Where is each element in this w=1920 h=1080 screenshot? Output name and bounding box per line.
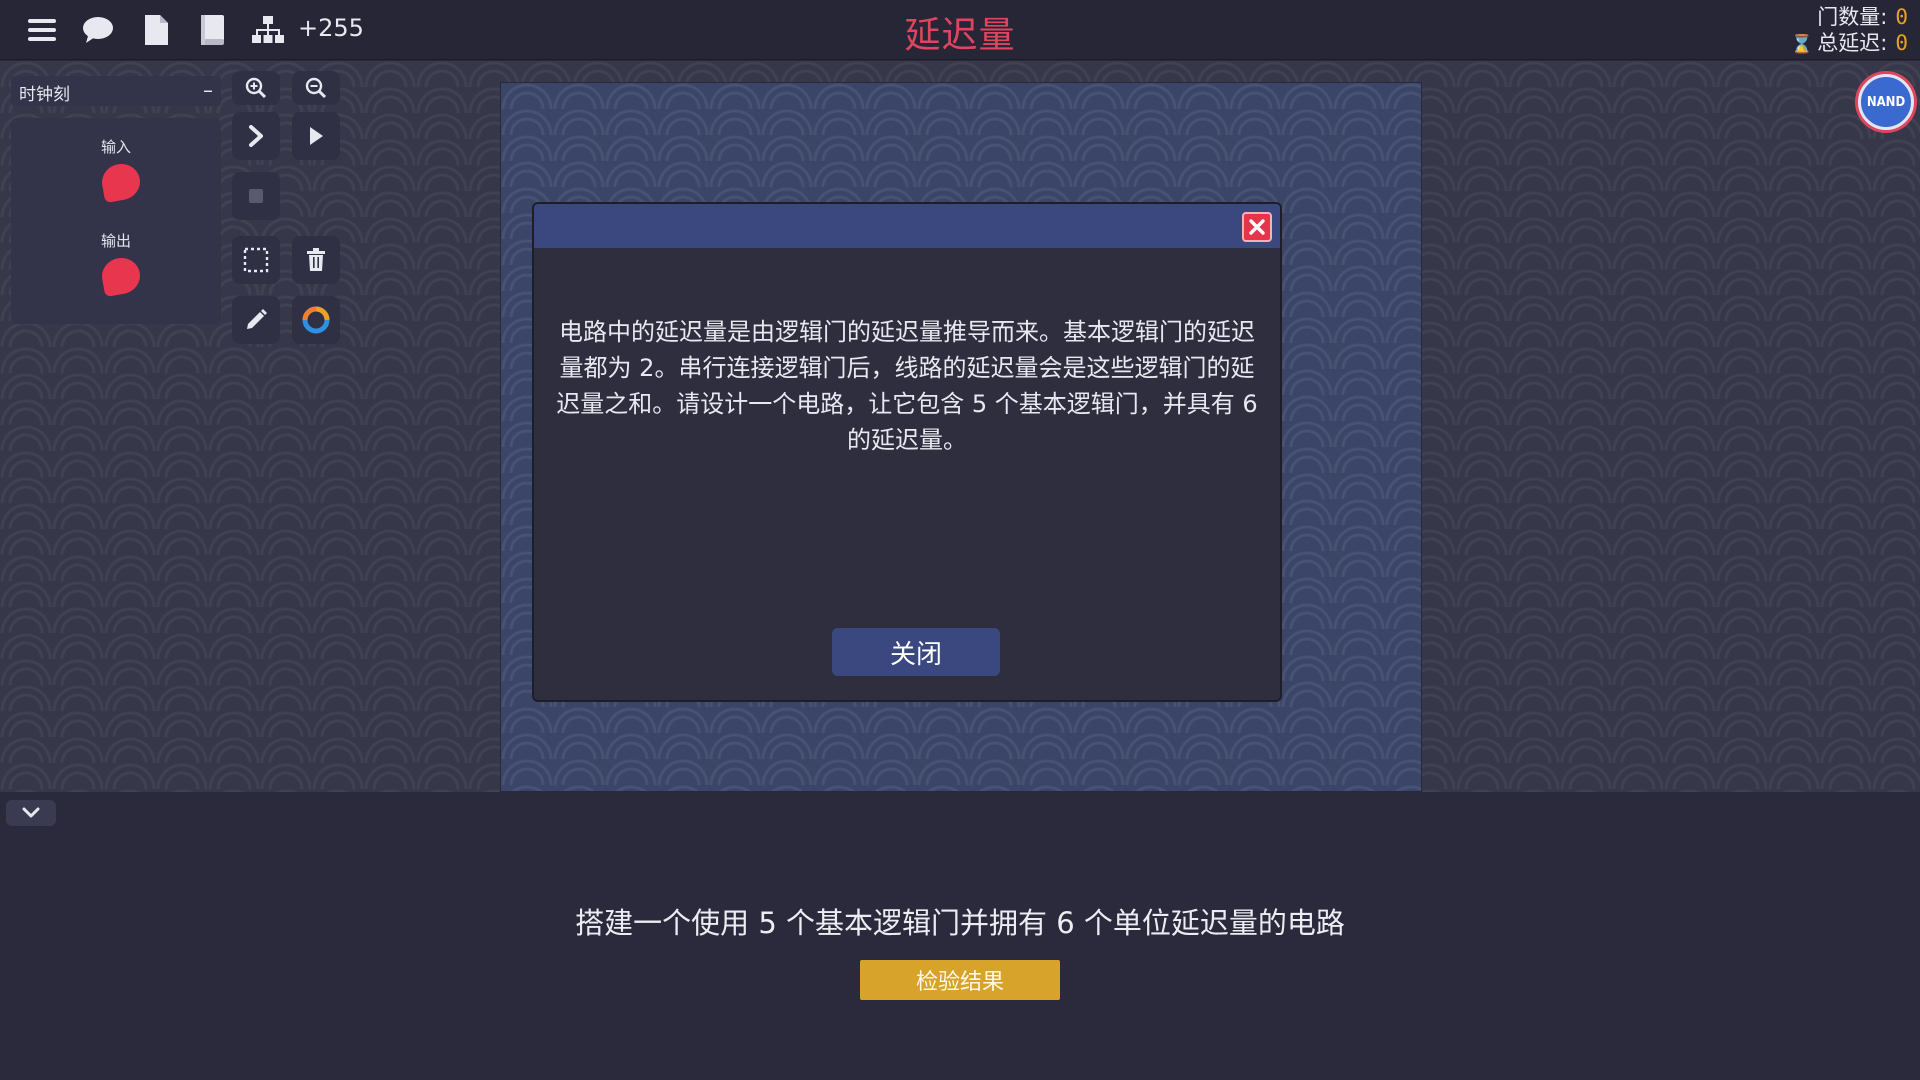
step-icon: [249, 125, 263, 147]
palette-title: 时钟刻: [19, 85, 70, 105]
dialog-ok-button[interactable]: 关闭: [832, 628, 1000, 676]
total-delay-value: 0: [1895, 31, 1908, 55]
palette-collapse-button[interactable]: –: [203, 78, 213, 102]
select-tool-button[interactable]: [232, 236, 280, 284]
nand-label: NAND: [1866, 94, 1906, 110]
input-pin-component[interactable]: [99, 160, 143, 204]
total-delay-label: 总延迟:: [1817, 31, 1888, 55]
stats-panel: 门数量: 0 ⌛ 总延迟: 0: [1791, 4, 1908, 58]
component-palette: 输入 输出: [11, 118, 221, 324]
dialog-close-button[interactable]: [1242, 212, 1272, 242]
bottom-collapse-button[interactable]: [6, 800, 56, 826]
info-dialog: 电路中的延迟量是由逻辑门的延迟量推导而来。基本逻辑门的延迟量都为 2。串行连接逻…: [532, 202, 1282, 702]
close-icon: [1249, 219, 1265, 235]
color-picker-button[interactable]: [292, 296, 340, 344]
trash-icon: [307, 248, 325, 271]
top-bar: +255 延迟量 门数量: 0 ⌛ 总延迟: 0: [0, 0, 1920, 60]
nand-badge-icon[interactable]: NAND: [1858, 74, 1914, 130]
gate-count-label: 门数量:: [1817, 5, 1888, 29]
zoom-in-button[interactable]: [232, 71, 280, 105]
stop-button[interactable]: [232, 172, 280, 220]
select-icon: [243, 247, 269, 273]
play-icon: [310, 127, 323, 145]
pencil-icon: [247, 309, 267, 329]
color-ring-icon: [302, 306, 330, 334]
total-delay: ⌛ 总延迟: 0: [1791, 30, 1908, 58]
play-button[interactable]: [292, 112, 340, 160]
input-label: 输入: [100, 138, 131, 156]
palette-header[interactable]: 时钟刻 –: [11, 76, 221, 106]
level-goal: 搭建一个使用 5 个基本逻辑门并拥有 6 个单位延迟量的电路: [575, 906, 1345, 940]
output-label: 输出: [100, 232, 131, 250]
pencil-tool-button[interactable]: [232, 296, 280, 344]
gate-count: 门数量: 0: [1791, 4, 1908, 30]
zoom-in-icon: [245, 77, 267, 99]
hourglass-icon: ⌛: [1790, 34, 1814, 55]
dialog-message: 电路中的延迟量是由逻辑门的延迟量推导而来。基本逻辑门的延迟量都为 2。串行连接逻…: [556, 318, 1258, 454]
chevron-down-icon: [22, 807, 40, 818]
zoom-out-button[interactable]: [292, 71, 340, 105]
delete-button[interactable]: [292, 236, 340, 284]
output-pin-component[interactable]: [99, 254, 143, 298]
step-button[interactable]: [232, 112, 280, 160]
gate-count-value: 0: [1895, 5, 1908, 29]
stop-icon: [249, 189, 263, 203]
zoom-out-icon: [305, 77, 327, 99]
dialog-header: [534, 204, 1280, 248]
check-result-button[interactable]: 检验结果: [860, 960, 1060, 1000]
page-title: 延迟量: [904, 15, 1016, 56]
